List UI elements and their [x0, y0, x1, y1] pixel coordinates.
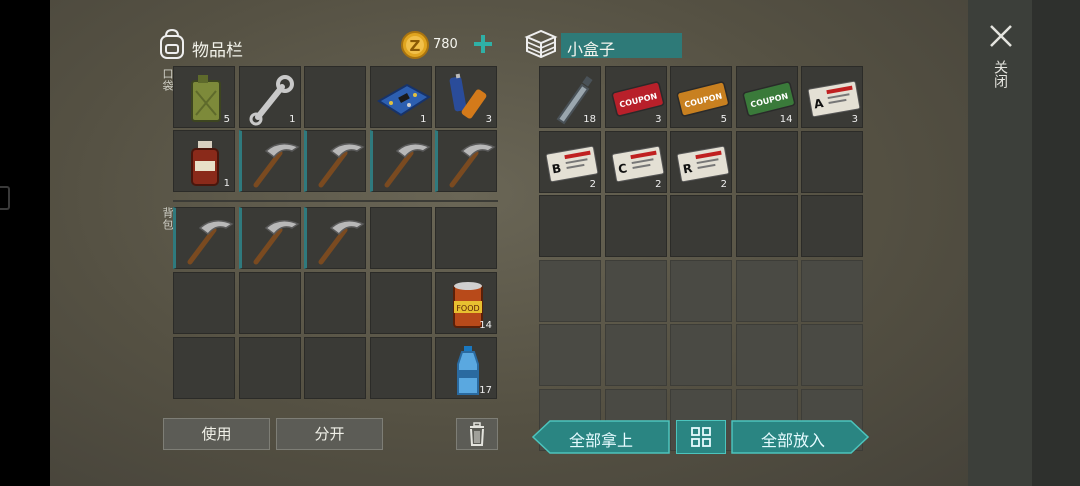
- put-all-button[interactable]: 全部放入: [731, 420, 869, 454]
- use-button[interactable]: 使用: [163, 418, 270, 450]
- inventory-slot-empty[interactable]: [238, 272, 301, 334]
- pickaxe-icon: [318, 143, 365, 188]
- take-all-button[interactable]: 全部拿上: [532, 420, 670, 454]
- inventory-slot-empty[interactable]: [173, 337, 235, 399]
- pickaxe-icon: [318, 220, 365, 265]
- inventory-slot-pickaxe[interactable]: [369, 130, 432, 192]
- inventory-slot-pickaxe[interactable]: [173, 207, 235, 269]
- inventory-slot-empty[interactable]: [735, 259, 798, 322]
- inventory-slot-battery[interactable]: 3: [435, 66, 497, 128]
- inventory-slot-empty[interactable]: [435, 207, 497, 269]
- item-count: 2: [720, 178, 727, 190]
- inventory-slot-empty[interactable]: [801, 259, 863, 322]
- inventory-slot-coupon-green[interactable]: COUPON 14: [735, 66, 798, 128]
- inventory-slot-empty[interactable]: [369, 272, 432, 334]
- inventory-slot-empty[interactable]: [735, 195, 798, 257]
- item-count: 14: [779, 114, 793, 125]
- trash-icon: [470, 422, 484, 446]
- inventory-slot-wrench[interactable]: 1: [238, 66, 301, 128]
- pickaxe-icon: [253, 143, 300, 188]
- inventory-slot-empty[interactable]: [238, 337, 301, 399]
- inventory-slot-empty[interactable]: [801, 195, 863, 257]
- inventory-slot-ticket-c[interactable]: C2: [604, 130, 667, 193]
- inventory-slot-pickaxe[interactable]: [304, 130, 366, 192]
- inventory-slot-empty[interactable]: [369, 207, 432, 269]
- inventory-slot-empty[interactable]: [173, 272, 235, 334]
- svg-text:FOOD: FOOD: [456, 304, 479, 313]
- container-name-field[interactable]: 小盒子: [561, 33, 682, 59]
- inventory-slot-empty[interactable]: [539, 324, 601, 386]
- inventory-slot-empty[interactable]: [604, 195, 667, 257]
- coin-amount: 780: [433, 37, 458, 52]
- inventory-slot-empty[interactable]: [604, 324, 667, 386]
- box-icon: [524, 28, 558, 60]
- pocket-divider: [173, 200, 498, 202]
- split-button[interactable]: 分开: [276, 418, 383, 450]
- close-button[interactable]: [987, 22, 1015, 50]
- inventory-slot-empty[interactable]: [539, 259, 601, 322]
- inventory-slot-empty[interactable]: [539, 195, 601, 257]
- coin-icon: Z: [400, 30, 430, 60]
- pickaxe-icon: [384, 143, 431, 188]
- pickaxe-icon: [187, 220, 234, 265]
- inventory-slot-coupon-red[interactable]: COUPON 3: [604, 66, 667, 128]
- sort-button[interactable]: [676, 420, 726, 454]
- inventory-slot-empty[interactable]: [304, 337, 366, 399]
- item-count: 3: [851, 114, 858, 125]
- inventory-slot-circuit-board[interactable]: 1: [369, 66, 432, 128]
- inventory-slot-empty[interactable]: [604, 259, 667, 322]
- inventory-slot-ticket-r[interactable]: R2: [670, 130, 732, 193]
- inventory-slot-empty[interactable]: [304, 66, 366, 128]
- take-all-label: 全部拿上: [568, 431, 633, 450]
- edge-handle: [0, 186, 10, 210]
- inventory-slot-empty[interactable]: [801, 324, 863, 386]
- item-count: 5: [223, 114, 230, 125]
- item-count: 14: [479, 320, 492, 331]
- inventory-slot-pickaxe[interactable]: [238, 130, 301, 192]
- delete-button[interactable]: [456, 418, 498, 450]
- item-count: 3: [485, 114, 492, 125]
- inventory-slot-empty-bottle[interactable]: 18: [539, 66, 601, 128]
- grid-sort-icon: [691, 427, 711, 447]
- item-count: 2: [655, 178, 662, 190]
- inventory-slot-empty[interactable]: [735, 324, 798, 386]
- inventory-slot-empty[interactable]: [670, 259, 732, 322]
- item-count: 1: [223, 178, 230, 189]
- pickaxe-icon: [253, 220, 300, 265]
- inventory-slot-empty[interactable]: [304, 272, 366, 334]
- inventory-slot-medicine-bottle[interactable]: 1: [173, 130, 235, 192]
- inventory-slot-empty[interactable]: [735, 130, 798, 193]
- add-coins-button[interactable]: [470, 31, 496, 57]
- inventory-slot-pickaxe[interactable]: [435, 130, 497, 192]
- item-count: 5: [720, 114, 727, 125]
- item-count: 2: [589, 178, 596, 190]
- inventory-slot-food-can[interactable]: FOOD 14: [435, 272, 497, 334]
- close-icon: [990, 25, 1012, 47]
- inventory-slot-ticket-a[interactable]: A3: [801, 66, 863, 128]
- item-count: 1: [420, 114, 427, 125]
- inventory-title: 物品栏: [192, 41, 243, 61]
- item-count: 17: [479, 385, 492, 396]
- inventory-slot-pickaxe[interactable]: [304, 207, 366, 269]
- item-count: 18: [583, 114, 596, 125]
- backpack-icon: [157, 28, 187, 60]
- close-label: 关闭: [992, 60, 1008, 88]
- inventory-slot-pickaxe[interactable]: [238, 207, 301, 269]
- item-count: 1: [289, 114, 296, 125]
- container-title: 小盒子: [567, 40, 616, 59]
- svg-text:Z: Z: [410, 37, 421, 55]
- inventory-slot-jerrycan[interactable]: 5: [173, 66, 235, 128]
- inventory-slot-water-bottle[interactable]: 17: [435, 337, 497, 399]
- inventory-slot-empty[interactable]: [670, 195, 732, 257]
- inventory-slot-empty[interactable]: [369, 337, 432, 399]
- inventory-slot-coupon-orange[interactable]: COUPON 5: [670, 66, 732, 128]
- item-count: 3: [655, 114, 662, 125]
- inventory-slot-ticket-b[interactable]: B2: [539, 130, 601, 193]
- screen-edge: [1032, 0, 1080, 486]
- plus-icon: [474, 35, 492, 53]
- pickaxe-icon: [449, 143, 496, 188]
- put-all-label: 全部放入: [760, 431, 825, 450]
- inventory-slot-empty[interactable]: [801, 130, 863, 193]
- inventory-slot-empty[interactable]: [670, 324, 732, 386]
